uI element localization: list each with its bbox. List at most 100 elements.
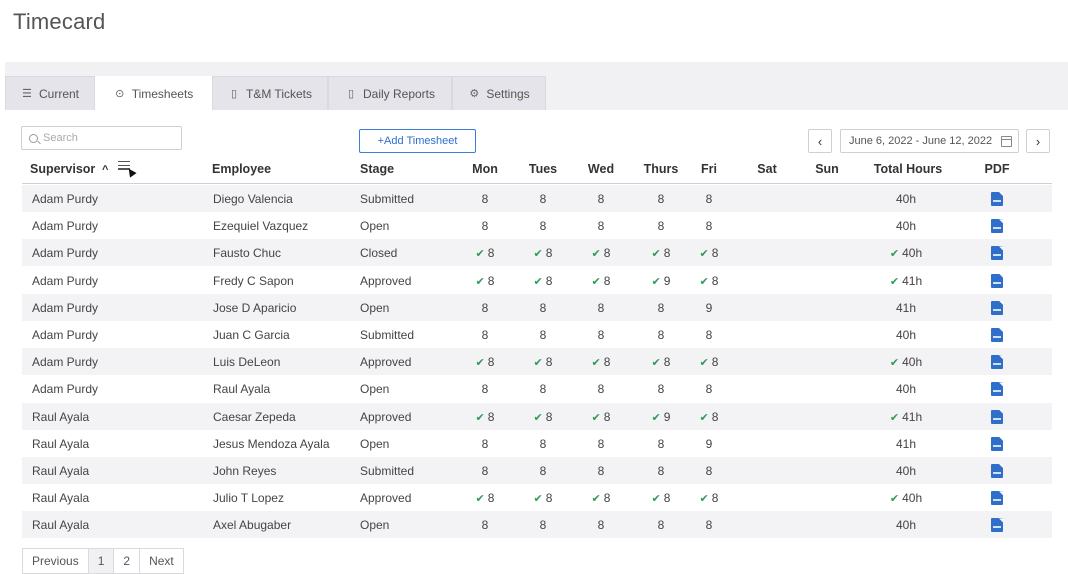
header-supervisor[interactable]: Supervisor <box>30 162 95 176</box>
cell-total-hours-value: 40h <box>895 219 917 234</box>
next-week-button[interactable]: › <box>1026 129 1050 153</box>
next-page-button[interactable]: Next <box>140 549 183 573</box>
pdf-file-icon[interactable] <box>991 328 1003 342</box>
check-icon: ✔ <box>889 411 900 424</box>
cell-tues-value: 8 <box>539 464 547 478</box>
cell-total-hours-value: 40h <box>902 246 923 261</box>
cell-stage: Approved <box>360 274 411 288</box>
pdf-file-icon[interactable] <box>991 464 1003 478</box>
table-row[interactable]: Raul Ayala John Reyes Submitted 8 8 8 8 8 40h <box>22 457 1052 484</box>
previous-week-button[interactable]: ‹ <box>808 129 832 153</box>
check-icon: ✔ <box>699 493 709 506</box>
cell-mon-value: 8 <box>481 464 489 478</box>
table-row[interactable]: Adam Purdy Fausto Chuc Closed ✔ 8 ✔ 8 ✔ 8 ✔ 8 ✔ 8 ✔ 40… <box>22 239 1052 267</box>
cell-thurs: ✔ 8 <box>652 246 671 260</box>
cell-fri: 9 <box>706 437 713 451</box>
cell-total-hours-value: 40h <box>895 464 917 478</box>
tab-tm-tickets[interactable]: ▯ T&M Tickets <box>212 76 328 110</box>
tab-daily-reports[interactable]: ▯ Daily Reports <box>328 76 452 110</box>
cell-supervisor: Raul Ayala <box>32 491 89 505</box>
cell-thurs: ✔ 8 <box>652 491 671 505</box>
cell-wed-value: 8 <box>597 436 605 451</box>
cell-mon: ✔ 8 <box>476 274 495 288</box>
pdf-file-icon[interactable] <box>991 355 1003 370</box>
previous-page-button[interactable]: Previous <box>23 549 89 573</box>
cell-employee: Juan C Garcia <box>213 328 290 342</box>
page-1-button[interactable]: 1 <box>88 549 115 573</box>
tab-timesheets[interactable]: ⊙ Timesheets <box>95 76 212 110</box>
header-mon[interactable]: Mon <box>472 162 498 176</box>
cell-total-hours: 40h <box>896 192 916 206</box>
cell-fri: 8 <box>706 192 713 206</box>
header-stage[interactable]: Stage <box>360 162 394 176</box>
cell-supervisor: Adam Purdy <box>32 355 98 369</box>
check-icon: ✔ <box>591 248 601 261</box>
header-total-hours[interactable]: Total Hours <box>874 162 943 176</box>
cell-stage-value: Approved <box>360 355 412 370</box>
cell-tues-value: 8 <box>545 273 553 288</box>
table-row[interactable]: Raul Ayala Axel Abugaber Open 8 8 8 8 8 40h <box>22 511 1052 539</box>
add-timesheet-button[interactable]: +Add Timesheet <box>359 129 476 153</box>
cell-tues-value: 8 <box>539 436 547 451</box>
cell-supervisor: Raul Ayala <box>32 410 89 424</box>
cell-supervisor: Raul Ayala <box>32 464 89 478</box>
header-sun[interactable]: Sun <box>815 162 839 176</box>
tab-label: Settings <box>486 86 530 101</box>
header-fri[interactable]: Fri <box>701 162 717 176</box>
pdf-file-icon[interactable] <box>991 300 1003 315</box>
page-2-button[interactable]: 2 <box>114 549 141 573</box>
cell-fri: ✔ 8 <box>700 410 719 424</box>
check-icon: ✔ <box>533 357 543 370</box>
cell-stage: Approved <box>360 491 411 505</box>
table-row[interactable]: Adam Purdy Ezequiel Vazquez Open 8 8 8 8 8 40h <box>22 212 1052 239</box>
tab-current[interactable]: ☰ Current <box>5 76 95 110</box>
cell-fri-value: 9 <box>705 436 713 451</box>
pdf-file-icon[interactable] <box>991 273 1003 288</box>
cell-mon-value: 8 <box>481 300 489 315</box>
cell-wed-value: 8 <box>597 328 605 342</box>
cell-employee: Julio T Lopez <box>213 491 284 505</box>
cell-total-hours-value: 40h <box>895 328 917 342</box>
cell-supervisor-value: Raul Ayala <box>32 491 90 506</box>
header-employee[interactable]: Employee <box>212 162 271 176</box>
header-thurs[interactable]: Thurs <box>644 162 679 176</box>
table-row[interactable]: Adam Purdy Raul Ayala Open 8 8 8 8 8 40h <box>22 375 1052 402</box>
check-icon: ✔ <box>591 493 601 506</box>
search-box[interactable] <box>21 126 182 150</box>
table-row[interactable]: Adam Purdy Luis DeLeon Approved ✔ 8 ✔ 8 ✔ 8 ✔ 8 ✔ 8 ✔… <box>22 348 1052 376</box>
table-row[interactable]: Raul Ayala Caesar Zepeda Approved ✔ 8 ✔ 8 ✔ 8 ✔ 9 ✔… <box>22 402 1052 430</box>
cell-employee-value: Fredy C Sapon <box>213 273 294 288</box>
check-icon: ✔ <box>533 411 543 424</box>
pdf-file-icon[interactable] <box>991 518 1003 533</box>
cell-stage-value: Open <box>360 518 390 533</box>
cell-mon: ✔ 8 <box>476 355 495 369</box>
pdf-file-icon[interactable] <box>991 219 1003 234</box>
calendar-icon[interactable] <box>1001 136 1012 147</box>
header-sat[interactable]: Sat <box>757 162 776 176</box>
cell-stage-value: Open <box>360 382 390 397</box>
tab-settings[interactable]: ⚙ Settings <box>452 76 546 110</box>
cell-mon-value: 8 <box>481 436 489 451</box>
sort-ascending-icon[interactable]: ^ <box>102 164 108 176</box>
cell-supervisor-value: Adam Purdy <box>32 246 99 261</box>
cell-mon: 8 <box>482 328 489 342</box>
table-row[interactable]: Adam Purdy Fredy C Sapon Approved ✔ 8 ✔ 8 ✔ 8 ✔ 9 ✔… <box>22 267 1052 294</box>
pdf-file-icon[interactable] <box>991 491 1003 506</box>
search-input[interactable] <box>43 132 173 144</box>
pdf-file-icon[interactable] <box>991 436 1003 451</box>
table-row[interactable]: Raul Ayala Julio T Lopez Approved ✔ 8 ✔ 8 ✔ 8 ✔ 8 ✔… <box>22 484 1052 511</box>
table-row[interactable]: Raul Ayala Jesus Mendoza Ayala Open 8 8 8 8 9 41… <box>22 430 1052 457</box>
cell-employee: Fausto Chuc <box>213 246 281 260</box>
cell-thurs: 8 <box>658 219 665 233</box>
table-row[interactable]: Adam Purdy Diego Valencia Submitted 8 8 8 8 8 40… <box>22 185 1052 212</box>
header-tues[interactable]: Tues <box>529 162 557 176</box>
pdf-file-icon[interactable] <box>991 382 1003 397</box>
table-row[interactable]: Adam Purdy Juan C Garcia Submitted 8 8 8 8 8 40h <box>22 321 1052 348</box>
date-range-picker[interactable]: June 6, 2022 - June 12, 2022 <box>840 129 1019 153</box>
header-wed[interactable]: Wed <box>588 162 614 176</box>
cell-supervisor-value: Raul Ayala <box>32 518 90 533</box>
pdf-file-icon[interactable] <box>991 246 1003 261</box>
table-row[interactable]: Adam Purdy Jose D Aparicio Open 8 8 8 8 9 41h <box>22 293 1052 321</box>
pdf-file-icon[interactable] <box>991 192 1003 206</box>
pdf-file-icon[interactable] <box>991 409 1003 424</box>
